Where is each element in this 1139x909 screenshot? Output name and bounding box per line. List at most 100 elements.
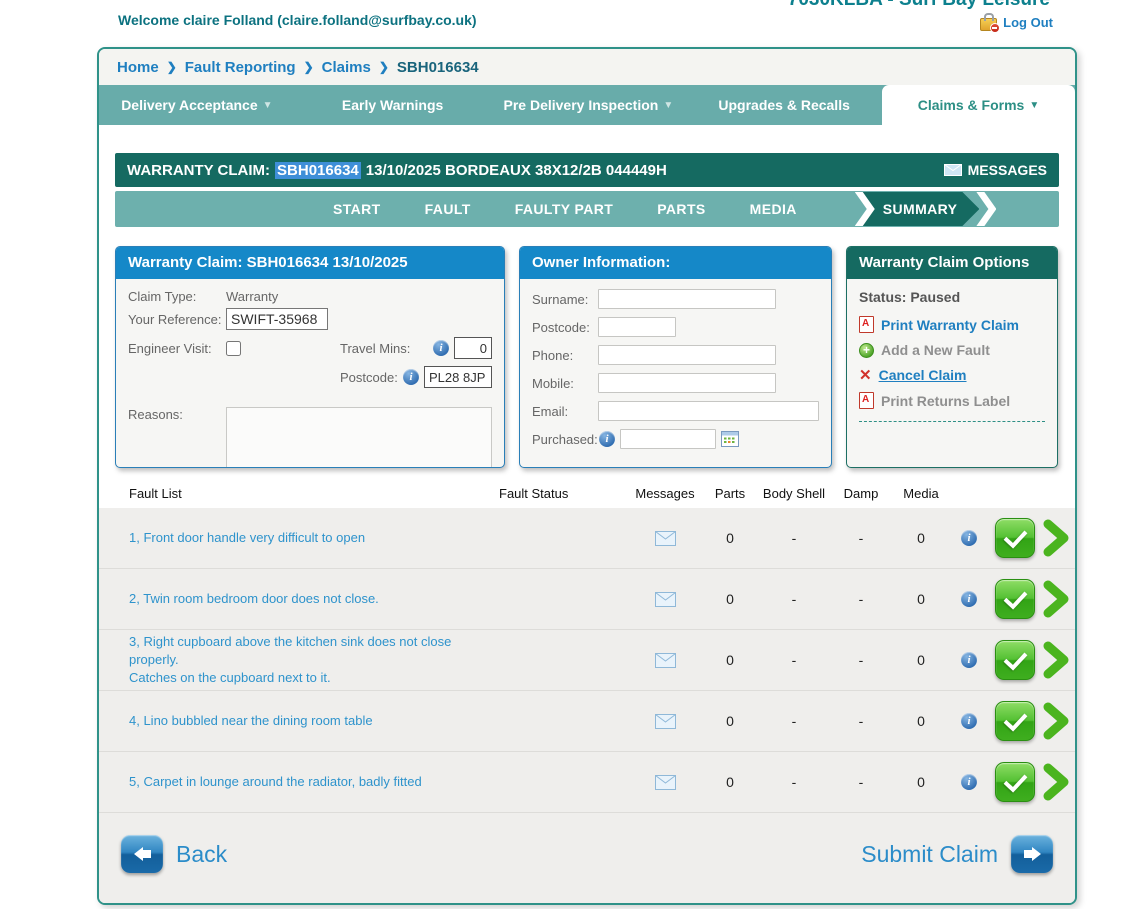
fault-list-section: Fault List Fault Status Messages Parts B…: [99, 478, 1075, 905]
welcome-text: Welcome claire Folland (claire.folland@s…: [118, 12, 477, 28]
purchased-input[interactable]: [620, 429, 716, 449]
tab-claims-forms[interactable]: Claims & Forms ▼: [882, 85, 1075, 125]
body-shell-value: -: [792, 591, 797, 607]
media-count: 0: [917, 530, 925, 546]
status-text: Status: Paused: [859, 289, 1045, 305]
tab-label: Pre Delivery Inspection: [504, 97, 659, 113]
body-shell-value: -: [792, 652, 797, 668]
row-messages-button[interactable]: [655, 714, 676, 729]
main-container: Home ❯ Fault Reporting ❯ Claims ❯ SBH016…: [97, 47, 1077, 905]
body-shell-value: -: [792, 713, 797, 729]
tab-label: Delivery Acceptance: [121, 97, 257, 113]
breadcrumb-claims[interactable]: Claims: [322, 59, 371, 76]
cancel-claim-link[interactable]: Cancel Claim: [859, 367, 1045, 383]
owner-information-panel: Owner Information: Surname: Postcode: Ph…: [519, 246, 832, 468]
fault-row: 2, Twin room bedroom door does not close…: [99, 569, 1075, 630]
fault-description-link[interactable]: 4, Lino bubbled near the dining room tab…: [129, 712, 499, 730]
owner-postcode-input[interactable]: [598, 317, 676, 337]
messages-button[interactable]: MESSAGES: [944, 162, 1047, 178]
step-start[interactable]: START: [333, 201, 381, 217]
back-button[interactable]: Back: [121, 835, 240, 873]
email-input[interactable]: [598, 401, 819, 421]
info-icon[interactable]: [961, 530, 977, 546]
fault-complete-button[interactable]: [995, 579, 1035, 619]
open-fault-chevron-icon[interactable]: [1041, 519, 1075, 557]
link-label: Cancel Claim: [879, 367, 967, 383]
info-icon[interactable]: [599, 431, 615, 447]
mobile-label: Mobile:: [532, 376, 598, 391]
surname-input[interactable]: [598, 289, 776, 309]
step-fault[interactable]: FAULT: [425, 201, 471, 217]
arrow-left-icon: [121, 835, 163, 873]
your-reference-label: Your Reference:: [128, 312, 226, 327]
row-messages-button[interactable]: [655, 653, 676, 668]
logout-button[interactable]: Log Out: [980, 14, 1053, 31]
step-summary-active[interactable]: SUMMARY: [855, 192, 997, 226]
your-reference-input[interactable]: [226, 308, 328, 330]
fault-complete-button[interactable]: [995, 640, 1035, 680]
body-shell-value: -: [792, 774, 797, 790]
claim-type-value: Warranty: [226, 289, 278, 304]
check-icon: [1003, 585, 1027, 609]
open-fault-chevron-icon[interactable]: [1041, 763, 1075, 801]
tab-delivery-acceptance[interactable]: Delivery Acceptance ▼: [99, 85, 295, 125]
row-messages-button[interactable]: [655, 775, 676, 790]
breadcrumb-separator-icon: ❯: [167, 60, 177, 74]
tab-early-warnings[interactable]: Early Warnings: [295, 85, 491, 125]
claim-type-label: Claim Type:: [128, 289, 226, 304]
row-messages-button[interactable]: [655, 592, 676, 607]
info-icon[interactable]: [961, 652, 977, 668]
info-icon[interactable]: [961, 591, 977, 607]
engineer-postcode-input[interactable]: [424, 366, 492, 388]
email-label: Email:: [532, 404, 598, 419]
claim-options-title: Warranty Claim Options: [847, 247, 1057, 279]
step-media[interactable]: MEDIA: [750, 201, 797, 217]
chevron-down-icon: ▼: [663, 100, 673, 111]
fault-description-link[interactable]: 3, Right cupboard above the kitchen sink…: [129, 633, 499, 688]
info-icon[interactable]: [433, 340, 449, 356]
parts-count: 0: [726, 591, 734, 607]
tab-bar: Delivery Acceptance ▼ Early Warnings Pre…: [99, 85, 1075, 125]
open-fault-chevron-icon[interactable]: [1041, 641, 1075, 679]
breadcrumb-fault-reporting[interactable]: Fault Reporting: [185, 59, 296, 76]
print-warranty-claim-link[interactable]: Print Warranty Claim: [859, 316, 1045, 333]
col-fault-status: Fault Status: [499, 486, 629, 501]
step-faulty-part[interactable]: FAULTY PART: [515, 201, 614, 217]
fault-complete-button[interactable]: [995, 518, 1035, 558]
fault-description-link[interactable]: 5, Carpet in lounge around the radiator,…: [129, 773, 499, 791]
envelope-icon: [655, 653, 676, 668]
info-icon[interactable]: [961, 774, 977, 790]
surname-label: Surname:: [532, 292, 598, 307]
mobile-input[interactable]: [598, 373, 776, 393]
fault-description-link[interactable]: 1, Front door handle very difficult to o…: [129, 529, 499, 547]
info-icon[interactable]: [403, 369, 419, 385]
open-fault-chevron-icon[interactable]: [1041, 702, 1075, 740]
breadcrumb-home[interactable]: Home: [117, 59, 159, 76]
back-label: Back: [176, 841, 227, 868]
envelope-icon: [655, 714, 676, 729]
add-new-fault-link: Add a New Fault: [859, 342, 1045, 358]
fault-complete-button[interactable]: [995, 701, 1035, 741]
fault-description-link[interactable]: 2, Twin room bedroom door does not close…: [129, 590, 499, 608]
tab-upgrades-recalls[interactable]: Upgrades & Recalls: [686, 85, 882, 125]
open-fault-chevron-icon[interactable]: [1041, 580, 1075, 618]
link-label: Add a New Fault: [881, 342, 990, 358]
media-count: 0: [917, 774, 925, 790]
step-parts[interactable]: PARTS: [657, 201, 705, 217]
travel-mins-input[interactable]: [454, 337, 492, 359]
phone-input[interactable]: [598, 345, 776, 365]
tab-pre-delivery-inspection[interactable]: Pre Delivery Inspection ▼: [491, 85, 687, 125]
info-icon[interactable]: [961, 713, 977, 729]
engineer-visit-checkbox[interactable]: [226, 341, 241, 356]
calendar-icon[interactable]: [721, 431, 739, 447]
fault-row: 5, Carpet in lounge around the radiator,…: [99, 752, 1075, 813]
reasons-textarea[interactable]: [226, 407, 492, 468]
fault-complete-button[interactable]: [995, 762, 1035, 802]
row-messages-button[interactable]: [655, 531, 676, 546]
link-label: Print Warranty Claim: [881, 317, 1019, 333]
envelope-icon: [655, 775, 676, 790]
media-count: 0: [917, 652, 925, 668]
submit-claim-button[interactable]: Submit Claim: [848, 835, 1053, 873]
phone-label: Phone:: [532, 348, 598, 363]
claim-title-bar: WARRANTY CLAIM: SBH016634 13/10/2025 BOR…: [115, 153, 1059, 187]
